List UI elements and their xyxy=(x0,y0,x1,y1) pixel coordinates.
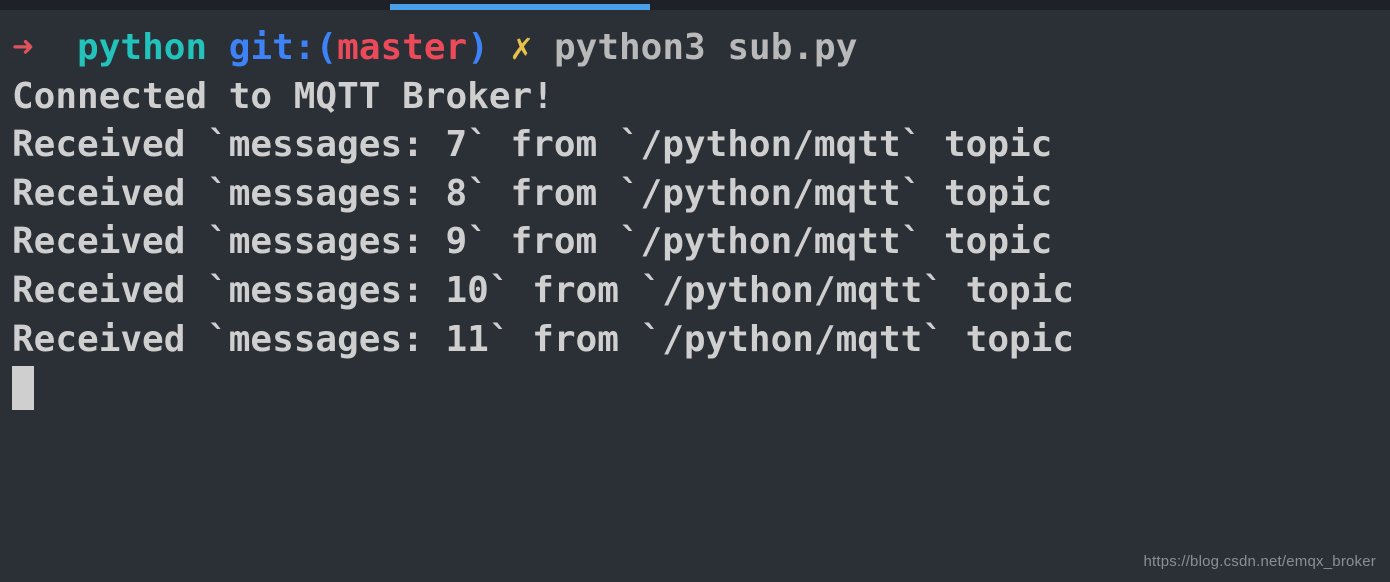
prompt-arrow-icon: ➜ xyxy=(12,27,34,68)
prompt-dirty-icon: ✗ xyxy=(511,27,533,68)
prompt-paren-close: ) xyxy=(467,27,489,68)
output-line: Received `messages: 10` from `/python/mq… xyxy=(12,267,1378,316)
watermark: https://blog.csdn.net/emqx_broker xyxy=(1143,552,1376,572)
output-line: Received `messages: 8` from `/python/mqt… xyxy=(12,170,1378,219)
active-tab-indicator xyxy=(390,4,650,10)
output-line: Received `messages: 9` from `/python/mqt… xyxy=(12,218,1378,267)
terminal-pane[interactable]: ➜ python git:(master) ✗ python3 sub.py C… xyxy=(0,10,1390,414)
prompt-command: python3 sub.py xyxy=(554,27,857,68)
output-line: Received `messages: 11` from `/python/mq… xyxy=(12,316,1378,365)
prompt-git-label: git: xyxy=(229,27,316,68)
terminal-cursor xyxy=(12,366,34,410)
prompt-line: ➜ python git:(master) ✗ python3 sub.py xyxy=(12,24,1378,73)
prompt-branch: master xyxy=(337,27,467,68)
cursor-row xyxy=(12,364,1378,414)
prompt-paren-open: ( xyxy=(315,27,337,68)
output-line: Connected to MQTT Broker! xyxy=(12,73,1378,122)
prompt-directory: python xyxy=(77,27,207,68)
tab-bar xyxy=(0,0,1390,10)
output-line: Received `messages: 7` from `/python/mqt… xyxy=(12,121,1378,170)
